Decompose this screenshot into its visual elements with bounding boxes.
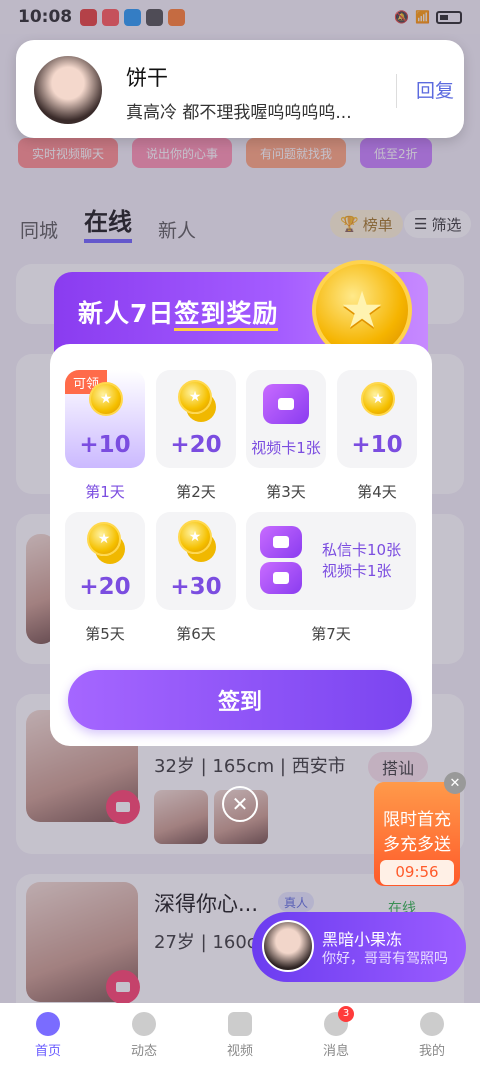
tab-home[interactable]: 首页 (18, 1011, 78, 1059)
day-6-reward[interactable]: ★ +30 (156, 512, 236, 610)
day-label: 第7天 (311, 625, 351, 643)
day-4-reward[interactable]: ★ +10 (337, 370, 417, 468)
day-label: 第6天 (176, 625, 216, 643)
sender-name: 饼干 (126, 66, 168, 90)
chat-sender-name: 黑暗小果冻 (322, 930, 403, 949)
checkin-title-part1: 新人7日 (78, 299, 175, 328)
first-recharge-promo[interactable]: 限时首充 多充多送 09:56 (374, 782, 460, 886)
reply-button[interactable]: 回复 (416, 76, 454, 103)
sign-in-button[interactable]: 签到 (68, 670, 412, 730)
incoming-chat-bubble[interactable]: 黑暗小果冻 你好，哥哥有驾照吗 (252, 912, 466, 982)
tab-me[interactable]: 我的 (402, 1011, 462, 1059)
day-7-value-1: 私信卡10张 (322, 541, 402, 559)
unread-badge: 3 (338, 1005, 354, 1022)
video-card-icon (263, 384, 309, 424)
sender-avatar (34, 56, 102, 124)
tab-label: 消息 (322, 1043, 349, 1059)
day-7-values: 私信卡10张 视频卡1张 (322, 540, 401, 582)
profile-icon (420, 1011, 444, 1036)
message-card-icon (260, 526, 302, 558)
tab-video[interactable]: 视频 (210, 1011, 270, 1059)
message-notification[interactable]: 饼干 真高冷 都不理我喔呜呜呜呜... 回复 (16, 40, 464, 138)
day-label: 第2天 (176, 483, 216, 501)
tab-label: 首页 (34, 1043, 61, 1059)
coin-stack-icon: ★ (87, 522, 121, 556)
tab-label: 我的 (418, 1043, 445, 1059)
coin-stack-icon: ★ (178, 380, 212, 414)
day-value: +10 (351, 432, 403, 458)
compass-icon (132, 1011, 156, 1036)
promo-timer: 09:56 (380, 860, 454, 885)
day-2-reward[interactable]: ★ +20 (156, 370, 236, 468)
video-icon (228, 1011, 252, 1036)
chat-avatar (262, 920, 314, 972)
day-label: 第5天 (85, 625, 125, 643)
tab-messages[interactable]: 3 消息 (306, 1005, 366, 1059)
day-5-reward[interactable]: ★ +20 (65, 512, 145, 610)
tab-label: 动态 (130, 1043, 157, 1059)
day-1-reward[interactable]: 可领 ★ +10 (65, 370, 145, 468)
notification-message: 真高冷 都不理我喔呜呜呜呜... (126, 103, 352, 123)
bottom-tab-bar: 首页 动态 视频 3 消息 我的 (0, 1003, 480, 1067)
tab-moments[interactable]: 动态 (114, 1011, 174, 1059)
coin-stack-icon: ★ (178, 520, 212, 554)
checkin-title-part2: 签到奖励 (174, 299, 279, 331)
day-value: +10 (79, 432, 131, 458)
promo-line-1: 限时首充 (383, 810, 451, 830)
day-value: +20 (170, 432, 222, 458)
video-card-icon (260, 562, 302, 594)
day-label: 第3天 (266, 483, 306, 501)
day-7-reward[interactable]: 私信卡10张 视频卡1张 (246, 512, 416, 610)
chat-message: 你好，哥哥有驾照吗 (322, 951, 448, 967)
day-7-value-2: 视频卡1张 (322, 562, 392, 580)
close-modal-button[interactable]: ✕ (222, 786, 258, 822)
checkin-modal: 可领 ★ +10 第1天 ★ +20 第2天 视频卡1张 第3天 ★ +10 第… (50, 344, 432, 746)
day-label: 第1天 (85, 483, 125, 501)
day-3-reward[interactable]: 视频卡1张 (246, 370, 326, 468)
day-value: +30 (170, 574, 222, 600)
checkin-title: 新人7日签到奖励 (78, 294, 279, 331)
day-value: +20 (79, 574, 131, 600)
coin-icon: ★ (361, 382, 395, 416)
notification-divider (396, 74, 397, 108)
tab-label: 视频 (226, 1043, 253, 1059)
promo-line-2: 多充多送 (383, 835, 451, 855)
day-value: 视频卡1张 (251, 439, 321, 457)
day-label: 第4天 (357, 483, 397, 501)
close-promo-icon[interactable]: ✕ (444, 772, 466, 794)
coin-icon: ★ (89, 382, 123, 416)
home-icon (36, 1011, 60, 1036)
